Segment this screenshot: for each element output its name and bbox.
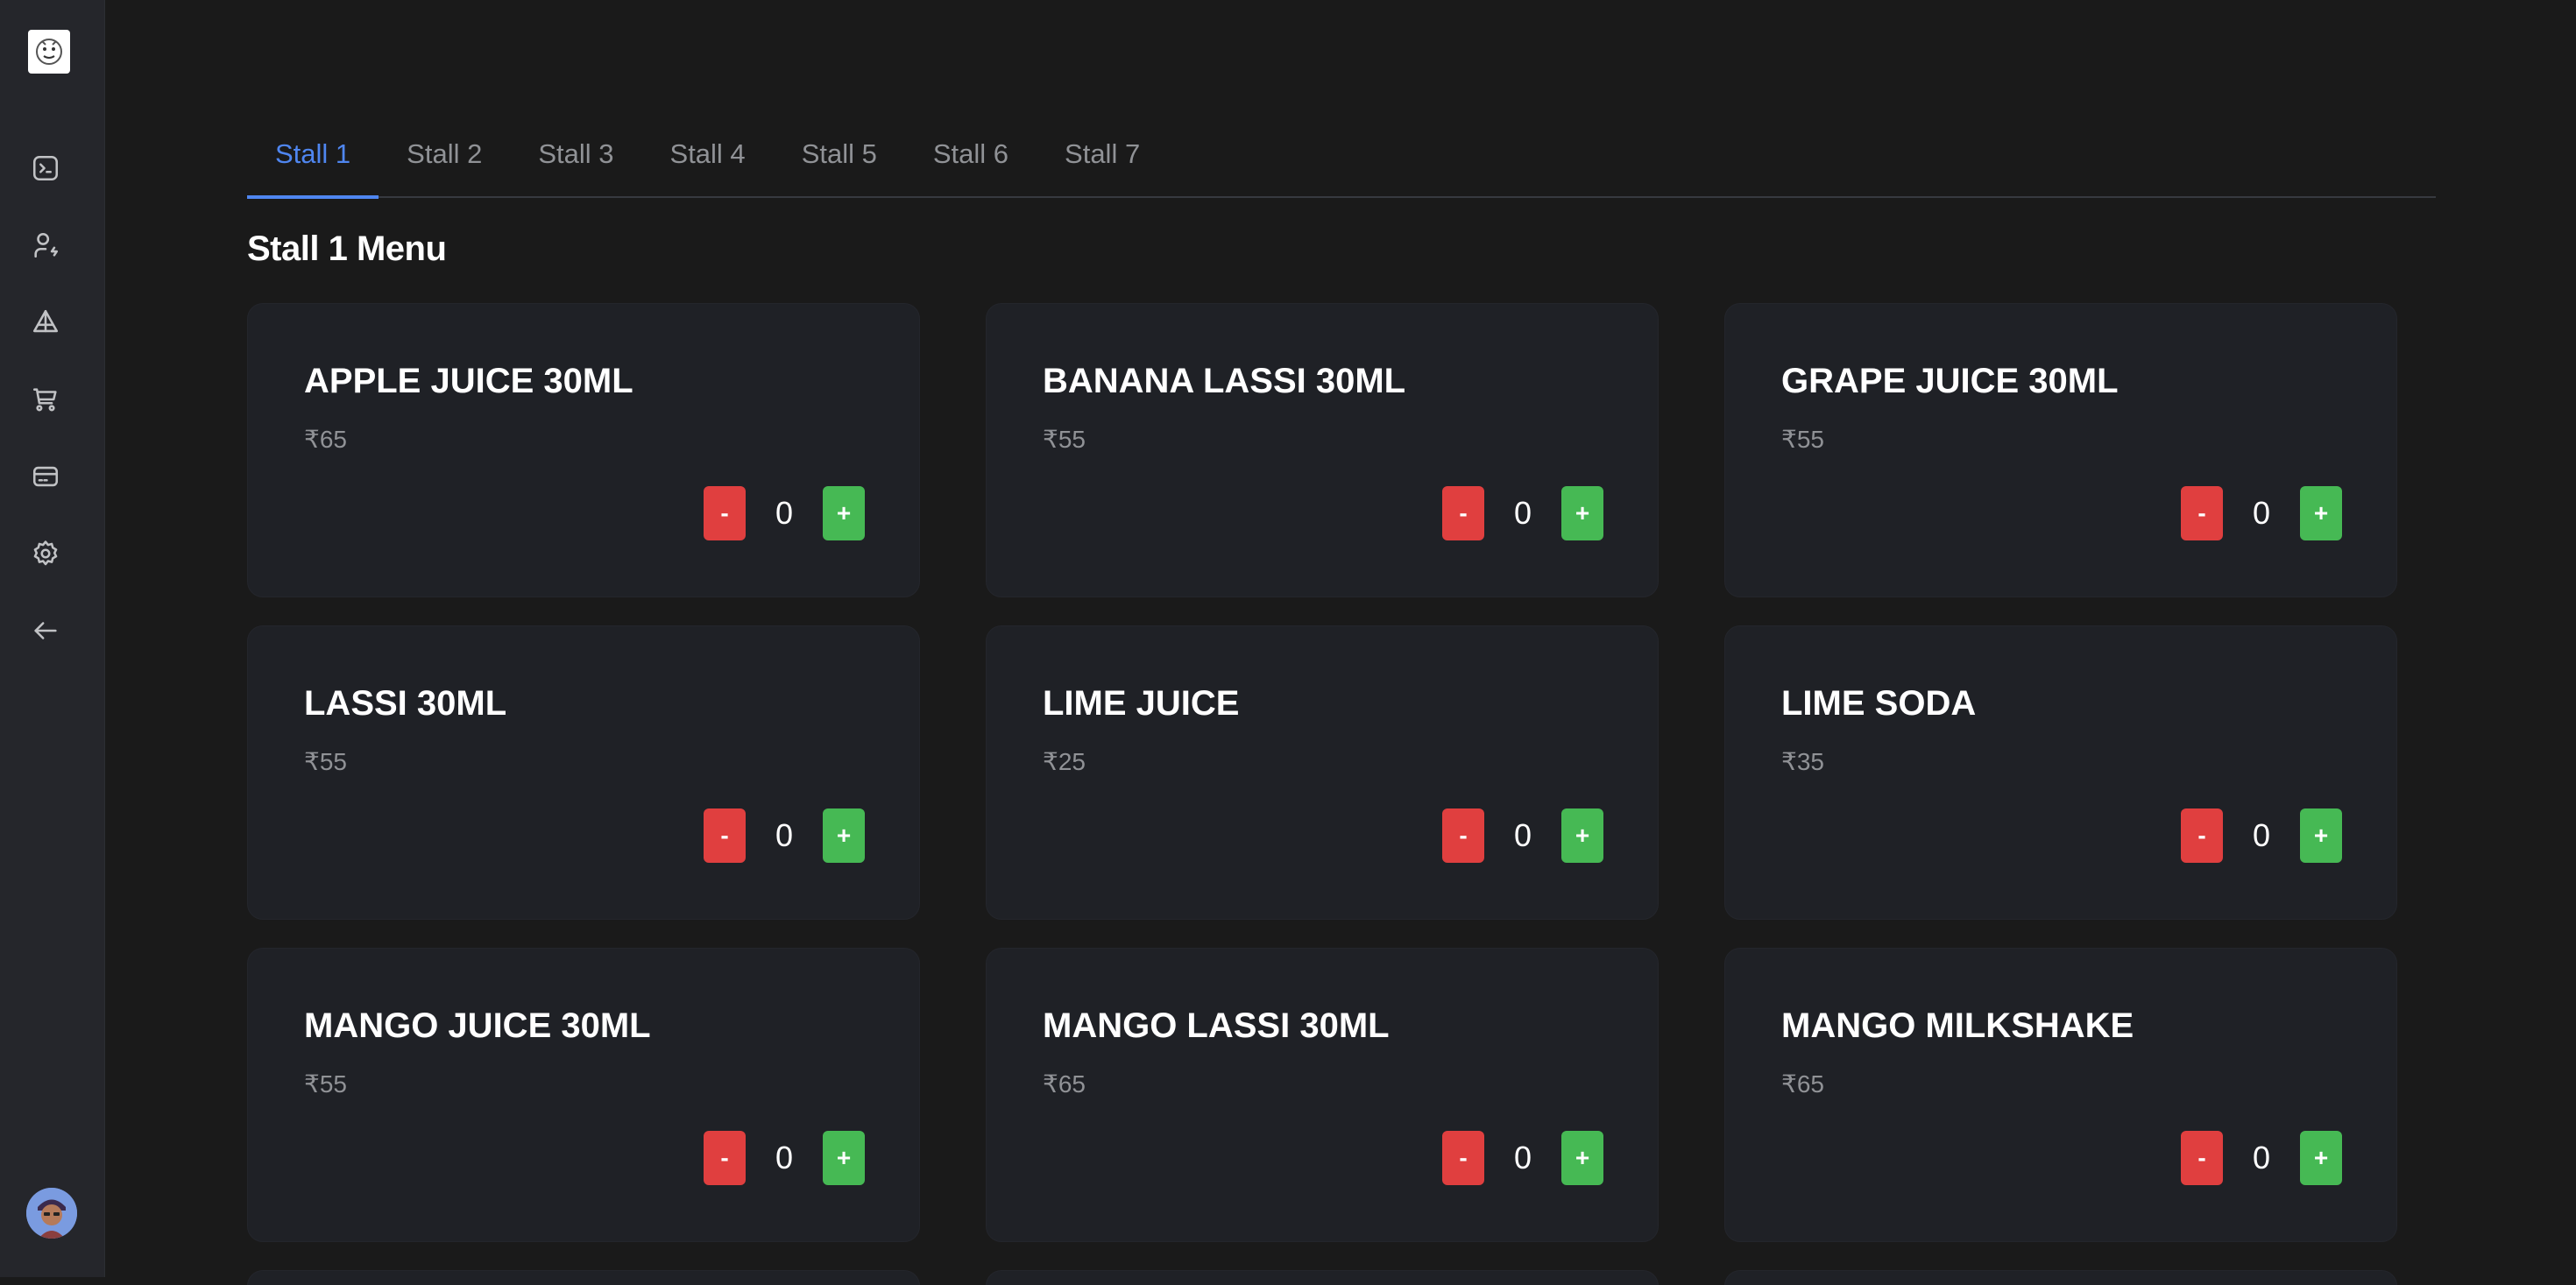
- increment-button[interactable]: +: [823, 486, 865, 540]
- increment-button[interactable]: +: [1561, 1131, 1603, 1185]
- cart-icon: [32, 388, 57, 412]
- pyramid-icon: [32, 309, 59, 333]
- item-price: ₹65: [1043, 1070, 1086, 1098]
- sidebar-item-cart[interactable]: [23, 377, 68, 422]
- app: Stall 1 Stall 2 Stall 3 Stall 4 Stall 5 …: [0, 0, 2576, 1285]
- quantity-stepper: - 0 +: [1442, 1131, 1603, 1185]
- quantity-value: 0: [1513, 495, 1532, 531]
- menu-item-card: MANGO JUICE 30ML ₹55 - 0 +: [247, 948, 920, 1242]
- terminal-icon: [32, 155, 59, 181]
- decrement-button[interactable]: -: [2181, 486, 2223, 540]
- item-name: APPLE JUICE 30ML: [304, 362, 633, 400]
- item-price: ₹25: [1043, 748, 1086, 775]
- quantity-stepper: - 0 +: [2181, 1131, 2342, 1185]
- quantity-stepper: - 0 +: [704, 486, 865, 540]
- quantity-value: 0: [1513, 1140, 1532, 1176]
- quantity-value: 0: [1513, 817, 1532, 853]
- increment-button[interactable]: +: [1561, 486, 1603, 540]
- tab-stall-5[interactable]: Stall 5: [774, 112, 905, 196]
- quantity-stepper: - 0 +: [1442, 486, 1603, 540]
- quantity-stepper: - 0 +: [1442, 808, 1603, 863]
- menu-item-card: LIME SODA ₹35 - 0 +: [1724, 625, 2397, 920]
- sidebar-item-users[interactable]: [23, 222, 68, 268]
- menu-item-card: BANANA LASSI 30ML ₹55 - 0 +: [986, 303, 1659, 597]
- avatar-icon: [26, 1188, 77, 1239]
- decrement-button[interactable]: -: [704, 486, 746, 540]
- user-bolt-icon: [34, 232, 59, 258]
- item-name: LIME SODA: [1781, 684, 1977, 723]
- menu-item-card: LASSI 30ML ₹55 - 0 +: [247, 625, 920, 920]
- increment-button[interactable]: +: [1561, 808, 1603, 863]
- tab-stall-3[interactable]: Stall 3: [510, 112, 641, 196]
- menu-item-card: APPLE JUICE 30ML ₹65 - 0 +: [247, 303, 920, 597]
- item-price: ₹55: [304, 1070, 347, 1098]
- menu-grid: APPLE JUICE 30ML ₹65 - 0 + BANANA LASSI …: [247, 303, 2399, 1285]
- item-price: ₹65: [1781, 1070, 1824, 1098]
- quantity-stepper: - 0 +: [704, 1131, 865, 1185]
- menu-item-card-partial: [986, 1270, 1659, 1285]
- item-name: GRAPE JUICE 30ML: [1781, 362, 2119, 400]
- item-name: BANANA LASSI 30ML: [1043, 362, 1406, 400]
- quantity-value: 0: [2252, 1140, 2271, 1176]
- increment-button[interactable]: +: [2300, 808, 2342, 863]
- item-name: LASSI 30ML: [304, 684, 507, 723]
- menu-item-card: GRAPE JUICE 30ML ₹55 - 0 +: [1724, 303, 2397, 597]
- menu-item-card: LIME JUICE ₹25 - 0 +: [986, 625, 1659, 920]
- item-price: ₹55: [1043, 426, 1086, 453]
- app-logo[interactable]: [28, 30, 70, 74]
- item-price: ₹55: [304, 748, 347, 775]
- decrement-button[interactable]: -: [2181, 1131, 2223, 1185]
- quantity-value: 0: [775, 1140, 794, 1176]
- quantity-stepper: - 0 +: [704, 808, 865, 863]
- logo-icon: [36, 39, 62, 65]
- decrement-button[interactable]: -: [704, 808, 746, 863]
- tab-stall-4[interactable]: Stall 4: [642, 112, 774, 196]
- item-price: ₹65: [304, 426, 347, 453]
- decrement-button[interactable]: -: [2181, 808, 2223, 863]
- decrement-button[interactable]: -: [1442, 808, 1484, 863]
- item-name: MANGO MILKSHAKE: [1781, 1006, 2134, 1045]
- arrow-left-icon: [34, 622, 57, 639]
- sidebar: [0, 0, 105, 1277]
- increment-button[interactable]: +: [2300, 1131, 2342, 1185]
- tab-stall-6[interactable]: Stall 6: [905, 112, 1037, 196]
- sidebar-item-settings[interactable]: [23, 531, 68, 576]
- quantity-value: 0: [775, 495, 794, 531]
- sidebar-item-pyramid[interactable]: [23, 300, 68, 345]
- quantity-value: 0: [2252, 495, 2271, 531]
- quantity-value: 0: [2252, 817, 2271, 853]
- quantity-stepper: - 0 +: [2181, 486, 2342, 540]
- increment-button[interactable]: +: [823, 1131, 865, 1185]
- menu-item-card-partial: [1724, 1270, 2397, 1285]
- decrement-button[interactable]: -: [1442, 1131, 1484, 1185]
- main-content: Stall 1 Stall 2 Stall 3 Stall 4 Stall 5 …: [105, 0, 2576, 1285]
- menu-item-card-partial: [247, 1270, 920, 1285]
- page-title: Stall 1 Menu: [247, 229, 447, 268]
- item-name: LIME JUICE: [1043, 684, 1240, 723]
- tab-stall-7[interactable]: Stall 7: [1037, 112, 1168, 196]
- stall-tabs: Stall 1 Stall 2 Stall 3 Stall 4 Stall 5 …: [247, 112, 2436, 199]
- credit-card-icon: [32, 466, 59, 487]
- item-price: ₹55: [1781, 426, 1824, 453]
- item-name: MANGO LASSI 30ML: [1043, 1006, 1390, 1045]
- quantity-value: 0: [775, 817, 794, 853]
- menu-item-card: MANGO MILKSHAKE ₹65 - 0 +: [1724, 948, 2397, 1242]
- decrement-button[interactable]: -: [1442, 486, 1484, 540]
- sidebar-item-back[interactable]: [23, 608, 68, 653]
- tab-stall-1[interactable]: Stall 1: [247, 112, 379, 199]
- increment-button[interactable]: +: [823, 808, 865, 863]
- increment-button[interactable]: +: [2300, 486, 2342, 540]
- quantity-stepper: - 0 +: [2181, 808, 2342, 863]
- decrement-button[interactable]: -: [704, 1131, 746, 1185]
- tab-stall-2[interactable]: Stall 2: [379, 112, 510, 196]
- sidebar-item-payments[interactable]: [23, 454, 68, 499]
- gear-icon: [33, 540, 58, 566]
- menu-item-card: MANGO LASSI 30ML ₹65 - 0 +: [986, 948, 1659, 1242]
- avatar[interactable]: [26, 1188, 77, 1239]
- item-price: ₹35: [1781, 748, 1824, 775]
- item-name: MANGO JUICE 30ML: [304, 1006, 651, 1045]
- sidebar-item-terminal[interactable]: [23, 145, 68, 191]
